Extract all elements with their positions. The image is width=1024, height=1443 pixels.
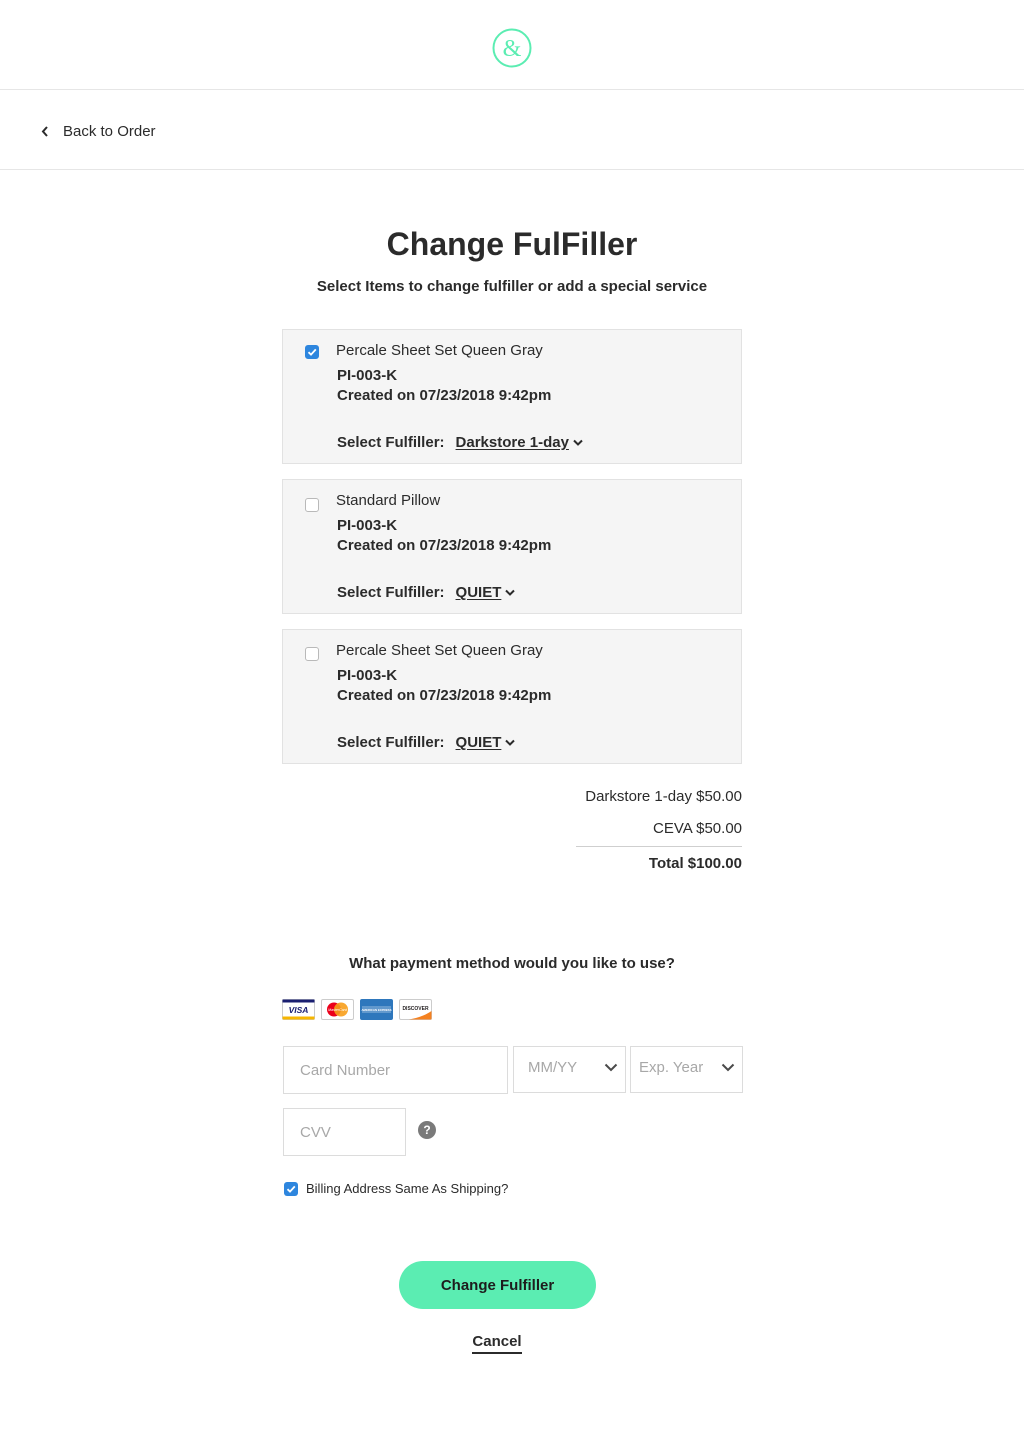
exp-month-placeholder: MM/YY — [528, 1059, 578, 1076]
fulfiller-select[interactable]: QUIET — [456, 584, 516, 601]
mastercard-card-icon: MasterCard — [321, 999, 354, 1020]
cvv-field[interactable] — [283, 1108, 406, 1156]
item-checkbox[interactable] — [305, 345, 319, 359]
back-to-order-label: Back to Order — [63, 122, 156, 140]
cancel-link-wrap: Cancel — [0, 1333, 994, 1354]
exp-year-select[interactable]: Exp. Year — [630, 1046, 743, 1093]
item-checkbox[interactable] — [305, 498, 319, 512]
cost-line-ceva: CEVA $50.00 — [653, 820, 742, 837]
item-created-date: Created on 07/23/2018 9:42pm — [337, 387, 552, 404]
visa-card-text: VISA — [289, 1005, 309, 1015]
svg-text:&: & — [503, 36, 522, 62]
item-card: Percale Sheet Set Queen Gray PI-003-K Cr… — [282, 329, 742, 464]
change-fulfiller-button[interactable]: Change Fulfiller — [399, 1261, 596, 1309]
fulfiller-label: Select Fulfiller: — [337, 734, 445, 751]
cost-line-darkstore: Darkstore 1-day $50.00 — [585, 788, 742, 805]
page-subtitle: Select Items to change fulfiller or add … — [316, 278, 708, 295]
item-card: Standard Pillow PI-003-K Created on 07/2… — [282, 479, 742, 614]
mastercard-card-text: MasterCard — [328, 1008, 348, 1012]
exp-year-placeholder: Exp. Year — [639, 1059, 704, 1076]
fulfiller-row: Select Fulfiller: Darkstore 1-day — [337, 434, 583, 451]
discover-card-icon: DISCOVER — [399, 999, 432, 1020]
item-name: Percale Sheet Set Queen Gray — [336, 642, 543, 659]
help-icon[interactable]: ? — [418, 1121, 436, 1139]
exp-month-select[interactable]: MM/YY — [513, 1046, 626, 1093]
billing-same-checkbox-row[interactable]: Billing Address Same As Shipping? — [284, 1181, 508, 1196]
fulfiller-label: Select Fulfiller: — [337, 434, 445, 451]
card-number-input[interactable] — [284, 1047, 507, 1093]
back-bar: Back to Order — [0, 90, 1024, 170]
billing-same-label: Billing Address Same As Shipping? — [306, 1181, 509, 1196]
fulfiller-select[interactable]: QUIET — [456, 734, 516, 751]
item-checkbox[interactable] — [305, 647, 319, 661]
chevron-down-icon — [721, 1063, 735, 1072]
cost-total: Total $100.00 — [648, 855, 742, 872]
card-number-field[interactable] — [283, 1046, 508, 1094]
ampersand-logo-icon[interactable]: & — [492, 28, 532, 68]
checkmark-icon — [286, 1185, 296, 1193]
amex-card-icon: AMERICAN EXPRESS — [360, 999, 393, 1020]
cost-divider — [576, 846, 742, 847]
fulfiller-row: Select Fulfiller: QUIET — [337, 734, 516, 751]
checkmark-icon — [307, 348, 317, 356]
chevron-down-icon — [573, 439, 583, 446]
discover-card-text: DISCOVER — [402, 1006, 429, 1012]
chevron-down-icon — [505, 589, 516, 596]
chevron-left-icon — [41, 126, 48, 137]
cvv-input[interactable] — [284, 1109, 405, 1155]
fulfiller-label: Select Fulfiller: — [337, 584, 445, 601]
item-created-date: Created on 07/23/2018 9:42pm — [337, 537, 552, 554]
item-created-date: Created on 07/23/2018 9:42pm — [337, 687, 552, 704]
fulfiller-value: Darkstore 1-day — [455, 434, 569, 451]
top-header: & — [0, 0, 1024, 90]
fulfiller-row: Select Fulfiller: QUIET — [337, 584, 516, 601]
fulfiller-select[interactable]: Darkstore 1-day — [456, 434, 583, 451]
visa-card-icon: VISA — [282, 999, 315, 1020]
item-sku: PI-003-K — [337, 367, 398, 384]
fulfiller-value: QUIET — [455, 584, 502, 601]
amex-card-text: AMERICAN EXPRESS — [361, 1008, 391, 1012]
item-card: Percale Sheet Set Queen Gray PI-003-K Cr… — [282, 629, 742, 764]
fulfiller-value: QUIET — [455, 734, 502, 751]
billing-same-checkbox[interactable] — [284, 1181, 298, 1196]
item-sku: PI-003-K — [337, 667, 398, 684]
item-name: Percale Sheet Set Queen Gray — [336, 342, 543, 359]
item-name: Standard Pillow — [336, 492, 441, 509]
page-title: Change FulFiller — [386, 226, 638, 262]
item-sku: PI-003-K — [337, 517, 398, 534]
chevron-down-icon — [604, 1063, 618, 1072]
back-to-order-link[interactable]: Back to Order — [40, 120, 156, 142]
card-brand-logos: VISA MasterCard AMERICAN EXPRESS DISCOVE… — [282, 999, 432, 1020]
chevron-down-icon — [505, 739, 516, 746]
payment-question: What payment method would you like to us… — [349, 955, 675, 972]
cancel-link[interactable]: Cancel — [472, 1333, 522, 1354]
